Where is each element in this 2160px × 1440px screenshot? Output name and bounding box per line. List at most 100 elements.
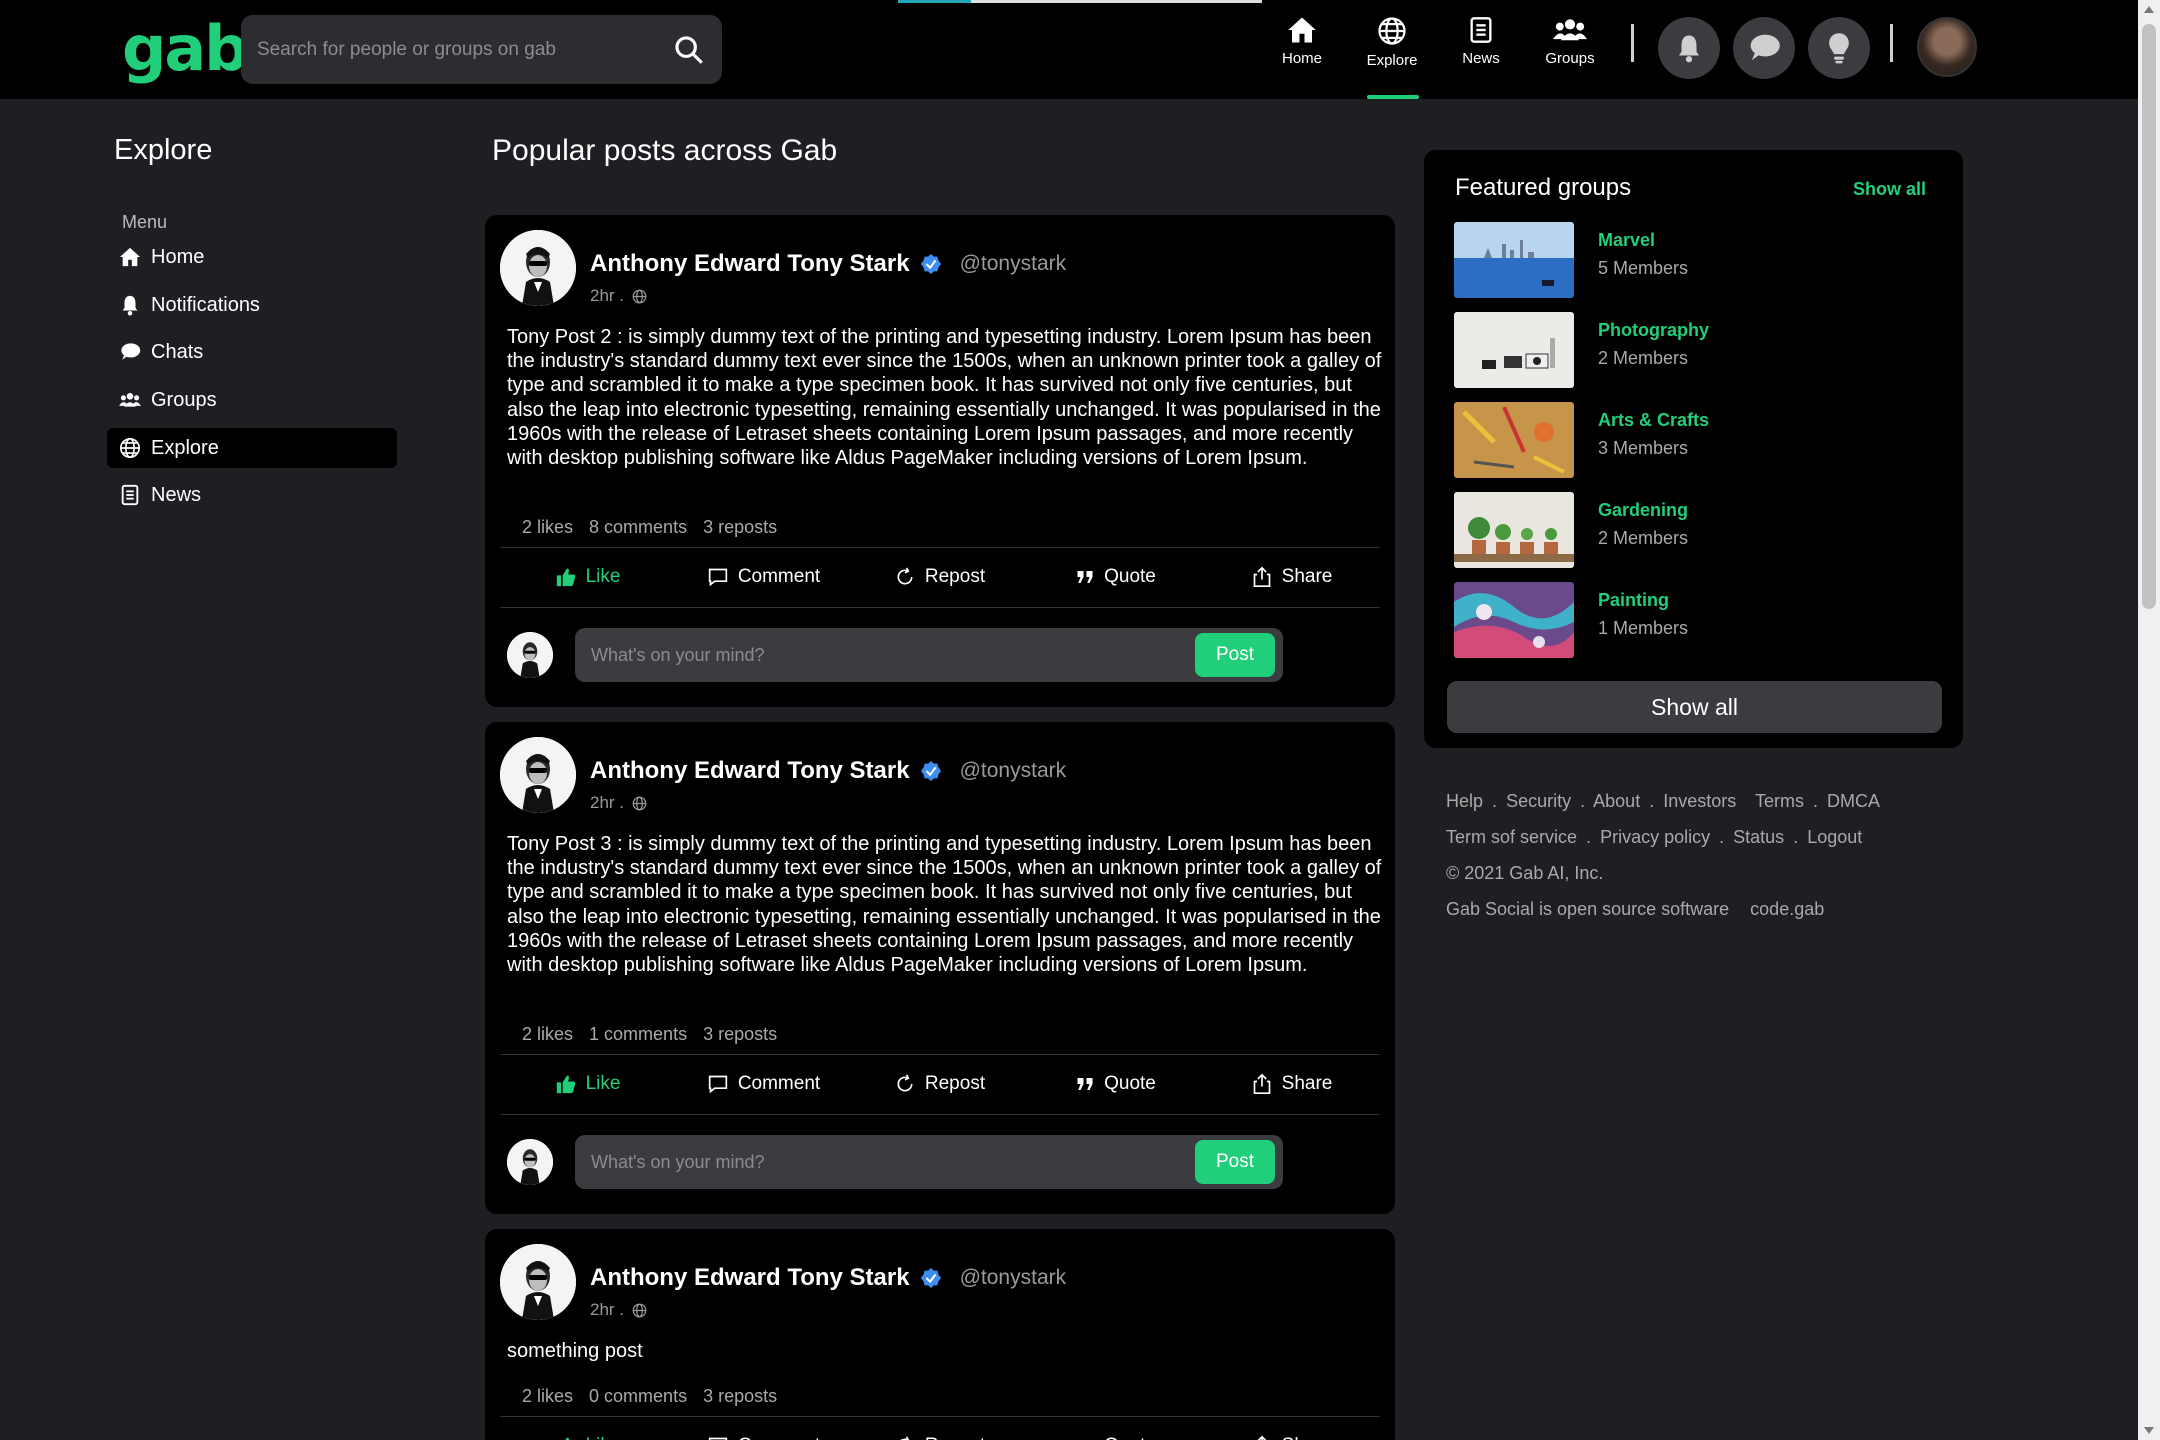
group-name[interactable]: Marvel — [1598, 230, 1655, 251]
author-handle[interactable]: @tonystark — [960, 252, 1067, 276]
author-avatar[interactable] — [500, 1244, 576, 1320]
author-name[interactable]: Anthony Edward Tony Stark — [590, 1264, 910, 1292]
repost-button[interactable]: Repost — [852, 548, 1028, 606]
group-thumbnail[interactable] — [1454, 402, 1574, 478]
reposts-count[interactable]: 3 reposts — [703, 517, 777, 537]
group-name[interactable]: Gardening — [1598, 500, 1688, 521]
likes-count[interactable]: 2 likes — [522, 1386, 573, 1406]
nav-explore[interactable]: Explore — [1342, 16, 1442, 69]
quote-icon — [1077, 571, 1093, 583]
comment-button[interactable]: Comment — [676, 1055, 852, 1113]
post-card: Anthony Edward Tony Stark @tonystark 2hr… — [485, 1229, 1395, 1440]
show-all-groups-button[interactable]: Show all — [1447, 681, 1942, 733]
group-name[interactable]: Photography — [1598, 320, 1709, 341]
comments-count[interactable]: 8 comments — [589, 517, 687, 537]
search-box[interactable] — [241, 15, 722, 84]
repost-button[interactable]: Repost — [852, 1055, 1028, 1113]
repost-button[interactable]: Repost — [852, 1417, 1028, 1440]
post-comment-button[interactable]: Post — [1195, 633, 1275, 677]
likes-count[interactable]: 2 likes — [522, 517, 573, 537]
group-members: 3 Members — [1598, 438, 1689, 458]
scroll-up-arrow-icon[interactable] — [2144, 6, 2154, 13]
nav-home[interactable]: Home — [1252, 16, 1352, 67]
like-button[interactable]: Like — [500, 1055, 676, 1113]
quote-button[interactable]: Quote — [1028, 1417, 1204, 1440]
footer-link-privacy[interactable]: Privacy policy — [1600, 827, 1710, 847]
author-avatar[interactable] — [500, 230, 576, 306]
quote-button[interactable]: Quote — [1028, 1055, 1204, 1113]
post-time[interactable]: 2hr . — [590, 286, 624, 306]
sidebar-item-home[interactable]: Home — [107, 237, 397, 277]
like-button[interactable]: Like — [500, 1417, 676, 1440]
like-button[interactable]: Like — [500, 548, 676, 606]
footer-link-help[interactable]: Help — [1446, 791, 1483, 811]
sidebar-item-explore[interactable]: Explore — [107, 428, 397, 468]
scroll-down-arrow-icon[interactable] — [2144, 1427, 2154, 1434]
sidebar-item-chats[interactable]: Chats — [107, 332, 397, 372]
composer-avatar — [507, 1139, 553, 1185]
sidebar-item-news[interactable]: News — [107, 475, 397, 515]
sidebar-item-notifications[interactable]: Notifications — [107, 285, 397, 325]
share-button[interactable]: Share — [1204, 1055, 1380, 1113]
post-time[interactable]: 2hr . — [590, 793, 624, 813]
news-icon — [1470, 17, 1492, 43]
footer-link-terms[interactable]: Terms — [1755, 791, 1804, 811]
comment-icon — [708, 1075, 727, 1094]
post-comment-button[interactable]: Post — [1195, 1140, 1275, 1184]
comment-input[interactable] — [591, 1151, 1195, 1173]
reposts-count[interactable]: 3 reposts — [703, 1024, 777, 1044]
ideas-button[interactable] — [1808, 17, 1870, 79]
share-button[interactable]: Share — [1204, 1417, 1380, 1440]
comment-button[interactable]: Comment — [676, 548, 852, 606]
footer-link-security[interactable]: Security — [1506, 791, 1571, 811]
comments-count[interactable]: 1 comments — [589, 1024, 687, 1044]
post-stats: 2 likes 0 comments 3 reposts — [522, 1386, 793, 1407]
footer-link-dmca[interactable]: DMCA — [1827, 791, 1880, 811]
group-item-arts-crafts[interactable]: Arts & Crafts 3 Members — [1454, 402, 1934, 478]
group-thumbnail[interactable] — [1454, 222, 1574, 298]
footer-link-about[interactable]: About — [1593, 791, 1640, 811]
likes-count[interactable]: 2 likes — [522, 1024, 573, 1044]
post-time[interactable]: 2hr . — [590, 1300, 624, 1320]
code-link[interactable]: code.gab — [1750, 899, 1824, 919]
footer-link-terms-of-service[interactable]: Term sof service — [1446, 827, 1577, 847]
nav-news[interactable]: News — [1431, 16, 1531, 67]
profile-avatar[interactable] — [1917, 17, 1977, 77]
author-avatar[interactable] — [500, 737, 576, 813]
page-scrollbar[interactable] — [2138, 0, 2160, 1440]
notifications-button[interactable] — [1658, 17, 1720, 79]
group-item-gardening[interactable]: Gardening 2 Members — [1454, 492, 1934, 568]
group-item-photography[interactable]: Photography 2 Members — [1454, 312, 1934, 388]
author-handle[interactable]: @tonystark — [960, 759, 1067, 783]
active-nav-indicator — [1367, 95, 1419, 99]
gab-logo[interactable]: gab — [122, 12, 249, 85]
author-handle[interactable]: @tonystark — [960, 1266, 1067, 1290]
groups-icon — [119, 393, 141, 407]
group-thumbnail[interactable] — [1454, 582, 1574, 658]
share-button[interactable]: Share — [1204, 548, 1380, 606]
comments-count[interactable]: 0 comments — [589, 1386, 687, 1406]
show-all-groups-link[interactable]: Show all — [1853, 179, 1926, 200]
group-thumbnail[interactable] — [1454, 312, 1574, 388]
search-input[interactable] — [257, 38, 672, 61]
nav-groups[interactable]: Groups — [1520, 16, 1620, 67]
footer-link-logout[interactable]: Logout — [1807, 827, 1862, 847]
footer-link-status[interactable]: Status — [1733, 827, 1784, 847]
group-thumbnail[interactable] — [1454, 492, 1574, 568]
author-name[interactable]: Anthony Edward Tony Stark — [590, 757, 910, 785]
reposts-count[interactable]: 3 reposts — [703, 1386, 777, 1406]
footer-link-investors[interactable]: Investors — [1663, 791, 1736, 811]
group-name[interactable]: Painting — [1598, 590, 1669, 611]
chats-button[interactable] — [1733, 17, 1795, 79]
sidebar-item-groups[interactable]: Groups — [107, 380, 397, 420]
search-icon[interactable] — [672, 33, 706, 67]
group-item-painting[interactable]: Painting 1 Members — [1454, 582, 1934, 658]
comment-button[interactable]: Comment — [676, 1417, 852, 1440]
group-name[interactable]: Arts & Crafts — [1598, 410, 1709, 431]
author-name[interactable]: Anthony Edward Tony Stark — [590, 250, 910, 278]
group-item-marvel[interactable]: Marvel 5 Members — [1454, 222, 1934, 298]
comment-input[interactable] — [591, 644, 1195, 666]
quote-button[interactable]: Quote — [1028, 548, 1204, 606]
scrollbar-thumb[interactable] — [2142, 24, 2156, 609]
open-source-text: Gab Social is open source software — [1446, 899, 1730, 919]
